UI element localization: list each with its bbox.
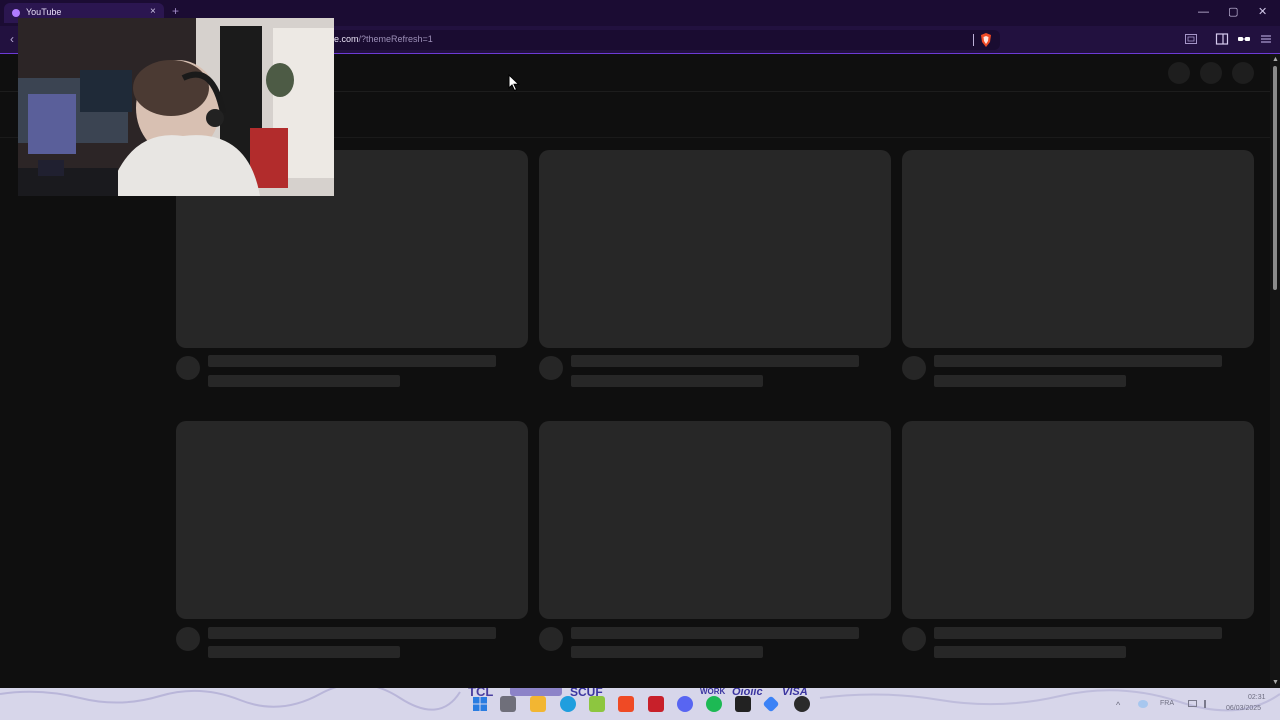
obs-icon[interactable] [794, 696, 810, 712]
windows-start-icon[interactable] [472, 696, 488, 712]
video-title-placeholder [208, 355, 496, 367]
maximize-button[interactable]: ▢ [1228, 6, 1238, 18]
clock-time[interactable]: 02:31 [1248, 694, 1266, 701]
video-title-placeholder [208, 627, 496, 639]
close-window-button[interactable]: ✕ [1258, 6, 1267, 18]
video-title-placeholder [934, 627, 1222, 639]
clock-date[interactable]: 06/03/2025 [1226, 705, 1261, 712]
video-meta-placeholder [208, 646, 400, 658]
download-app-icon[interactable] [735, 696, 751, 712]
taskbar-wallpaper: TCL SCUF WORK Oioiic VISA [0, 688, 1280, 712]
file-explorer-icon[interactable] [530, 696, 546, 712]
video-title-placeholder [571, 355, 859, 367]
svg-text:WORK: WORK [700, 688, 726, 696]
extensions-icon[interactable] [1237, 32, 1251, 46]
url-path: /?themeRefresh=1 [358, 34, 433, 44]
new-tab-button[interactable]: + [172, 5, 179, 17]
network-icon[interactable] [1188, 700, 1197, 707]
spotify-icon[interactable] [706, 696, 722, 712]
volume-icon[interactable] [1204, 700, 1212, 708]
video-thumbnail-placeholder[interactable] [902, 421, 1254, 619]
webcam-overlay [18, 18, 334, 196]
menu-icon[interactable] [1259, 32, 1273, 46]
tab-title: YouTube [26, 7, 62, 17]
notifications-button-placeholder[interactable] [1200, 62, 1222, 84]
avatar[interactable] [1232, 62, 1254, 84]
scroll-up-arrow-icon[interactable]: ▲ [1272, 56, 1279, 63]
url-text: e.com/?themeRefresh=1 [334, 34, 433, 44]
discord-icon[interactable] [677, 696, 693, 712]
video-thumbnail-placeholder[interactable] [539, 150, 891, 348]
video-thumbnail-placeholder[interactable] [902, 150, 1254, 348]
video-title-placeholder [934, 355, 1222, 367]
video-meta-placeholder [571, 375, 763, 387]
url-separator [973, 34, 974, 46]
tab-close-button[interactable]: × [150, 6, 156, 17]
video-meta-placeholder [571, 646, 763, 658]
video-title-placeholder [571, 627, 859, 639]
video-meta-placeholder [934, 375, 1126, 387]
brave-browser-icon[interactable] [618, 696, 634, 712]
youtube-favicon-icon [12, 9, 20, 17]
page-scrollbar[interactable]: ▲ ▼ [1270, 54, 1280, 688]
back-button[interactable]: ‹ [10, 32, 14, 46]
channel-avatar-placeholder [539, 356, 563, 380]
task-view-icon[interactable] [500, 696, 516, 712]
url-host: e.com [334, 34, 359, 44]
webcam-image [18, 18, 334, 196]
brave-shield-icon[interactable] [980, 33, 992, 47]
channel-avatar-placeholder [902, 356, 926, 380]
mouse-cursor-icon [508, 74, 520, 92]
channel-avatar-placeholder [176, 356, 200, 380]
wallet-icon[interactable] [1215, 32, 1229, 46]
channel-avatar-placeholder [539, 627, 563, 651]
streaming-app-icon[interactable] [648, 696, 664, 712]
tray-expand-icon[interactable]: ^ [1116, 700, 1120, 710]
minimize-button[interactable]: — [1198, 6, 1209, 18]
sidebar-icon[interactable] [1184, 32, 1198, 46]
edge-browser-icon[interactable] [560, 696, 576, 712]
channel-avatar-placeholder [902, 627, 926, 651]
store-icon[interactable] [589, 696, 605, 712]
cloud-tray-icon[interactable] [1138, 700, 1148, 708]
video-meta-placeholder [208, 375, 400, 387]
video-meta-placeholder [934, 646, 1126, 658]
windows-taskbar: TCL SCUF WORK Oioiic VISA ^ FRA 02:31 06… [0, 688, 1280, 720]
video-thumbnail-placeholder[interactable] [539, 421, 891, 619]
channel-avatar-placeholder [176, 627, 200, 651]
create-button-placeholder[interactable] [1168, 62, 1190, 84]
scroll-down-arrow-icon[interactable]: ▼ [1272, 679, 1279, 686]
scrollbar-thumb[interactable] [1273, 66, 1277, 290]
language-indicator[interactable]: FRA [1160, 700, 1174, 707]
video-thumbnail-placeholder[interactable] [176, 421, 528, 619]
